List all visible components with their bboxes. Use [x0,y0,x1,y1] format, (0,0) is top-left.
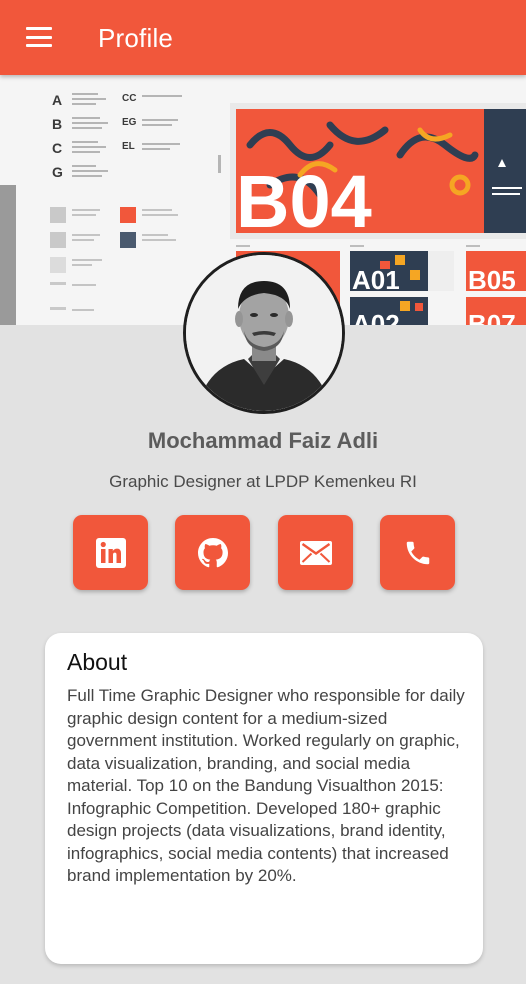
cover-letter-eg: EG [122,117,137,128]
cover-letter-b: B [52,116,62,132]
cover-letter-cc: CC [122,93,136,104]
github-button[interactable] [175,515,250,590]
cover-label-b04: B04 [236,160,372,243]
linkedin-icon [95,537,126,568]
email-icon [299,540,332,565]
social-buttons [73,515,455,590]
github-icon [197,537,228,567]
cover-letter-g: G [52,164,63,180]
cover-label-b05: B05 [468,265,516,295]
linkedin-button[interactable] [73,515,148,590]
hamburger-menu-icon[interactable] [26,27,52,47]
phone-icon [406,541,429,564]
about-text: Full Time Graphic Designer who responsib… [67,686,465,885]
cover-label-a01: A01 [352,265,400,295]
about-title: About [67,649,128,675]
app-bar: Profile [0,0,526,75]
avatar [183,252,345,414]
cover-label-a02: A02 [352,309,400,325]
email-button[interactable] [278,515,353,590]
page-title: Profile [98,23,174,53]
profile-name: Mochammad Faiz Adli [147,428,379,453]
cover-letter-el: EL [122,141,135,152]
profile-role: Graphic Designer at LPDP Kemenkeu RI [109,472,417,491]
cover-letter-c: C [52,140,62,156]
cover-label-b07: B07 [468,309,516,325]
phone-button[interactable] [380,515,455,590]
about-card: About Full Time Graphic Designer who res… [45,633,483,964]
cover-letter-a: A [52,92,62,108]
